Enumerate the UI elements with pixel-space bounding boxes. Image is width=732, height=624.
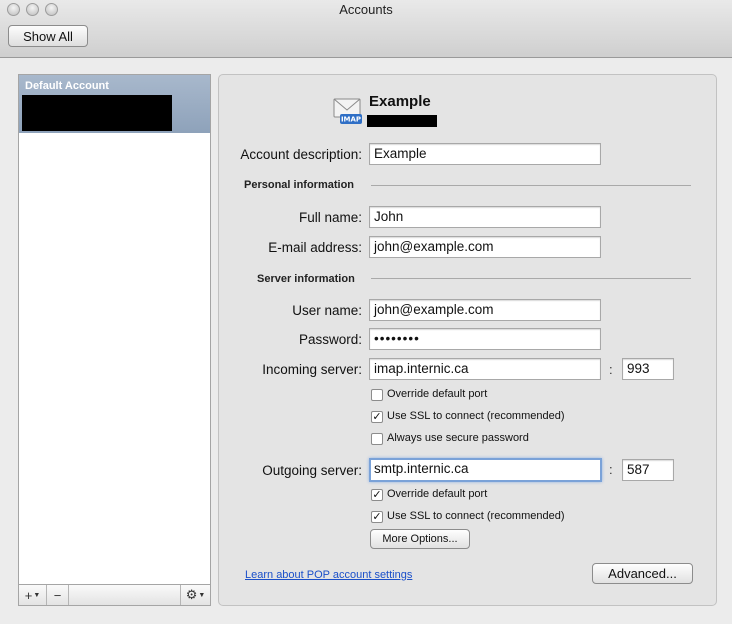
email-label: E-mail address:	[268, 240, 362, 255]
outgoing-ssl-label: Use SSL to connect (recommended)	[387, 510, 565, 522]
password-label: Password:	[298, 332, 362, 347]
add-account-button[interactable]: + ▼	[19, 585, 47, 605]
outgoing-server-label: Outgoing server:	[262, 463, 362, 478]
mail-envelope-icon: IMAP	[332, 95, 364, 127]
imap-badge: IMAP	[341, 116, 361, 124]
outgoing-server-field[interactable]: smtp.internic.ca	[369, 458, 602, 482]
outgoing-ssl-checkbox[interactable]: ✓	[371, 511, 383, 523]
account-list: Default Account + ▼ − ⚙ ▼	[18, 74, 211, 606]
section-divider	[371, 278, 691, 279]
account-name-title: Example	[369, 93, 431, 110]
port-separator: :	[609, 362, 613, 377]
outgoing-override-port-label: Override default port	[387, 488, 488, 500]
secure-password-checkbox[interactable]	[371, 433, 383, 445]
personal-info-heading: Personal information	[244, 179, 355, 191]
section-divider	[371, 185, 691, 186]
learn-pop-settings-link[interactable]: Learn about POP account settings	[245, 569, 412, 581]
outgoing-override-port-checkbox[interactable]: ✓	[371, 489, 383, 501]
gear-icon: ⚙	[185, 587, 198, 602]
secure-password-label: Always use secure password	[387, 432, 529, 444]
window-title: Accounts	[339, 2, 393, 17]
email-field[interactable]: john@example.com	[369, 236, 601, 258]
username-label: User name:	[292, 303, 362, 318]
more-options-button[interactable]: More Options...	[370, 529, 470, 549]
window-toolbar: Accounts Show All	[0, 0, 732, 58]
account-settings-panel: IMAP Example Account description: Exampl…	[218, 74, 717, 606]
account-description-label: Account description:	[240, 147, 362, 162]
incoming-ssl-checkbox[interactable]: ✓	[371, 411, 383, 423]
account-group-header: Default Account	[25, 80, 109, 92]
redacted-account-name	[22, 95, 172, 131]
chevron-down-icon: ▼	[198, 591, 206, 599]
outgoing-port-field[interactable]: 587	[622, 459, 674, 481]
username-field[interactable]: john@example.com	[369, 299, 601, 321]
incoming-server-label: Incoming server:	[262, 362, 362, 377]
advanced-button[interactable]: Advanced...	[592, 563, 693, 584]
incoming-ssl-label: Use SSL to connect (recommended)	[387, 410, 565, 422]
account-list-controls: + ▼ − ⚙ ▼	[19, 584, 210, 605]
remove-account-button[interactable]: −	[47, 585, 69, 605]
show-all-button[interactable]: Show All	[8, 25, 88, 47]
incoming-override-port-label: Override default port	[387, 388, 488, 400]
incoming-server-field[interactable]: imap.internic.ca	[369, 358, 601, 380]
incoming-port-field[interactable]: 993	[622, 358, 674, 380]
port-separator: :	[609, 462, 613, 477]
full-name-field[interactable]: John	[369, 206, 601, 228]
add-account-label: +	[24, 587, 33, 603]
redacted-email	[367, 115, 437, 127]
chevron-down-icon: ▼	[33, 591, 41, 599]
full-name-label: Full name:	[298, 210, 362, 225]
account-description-field[interactable]: Example	[369, 143, 601, 165]
account-actions-button[interactable]: ⚙ ▼	[180, 585, 210, 605]
password-field[interactable]: ••••••••	[369, 328, 601, 350]
account-list-item[interactable]: Default Account	[19, 75, 210, 133]
server-info-heading: Server information	[257, 273, 355, 285]
incoming-override-port-checkbox[interactable]	[371, 389, 383, 401]
